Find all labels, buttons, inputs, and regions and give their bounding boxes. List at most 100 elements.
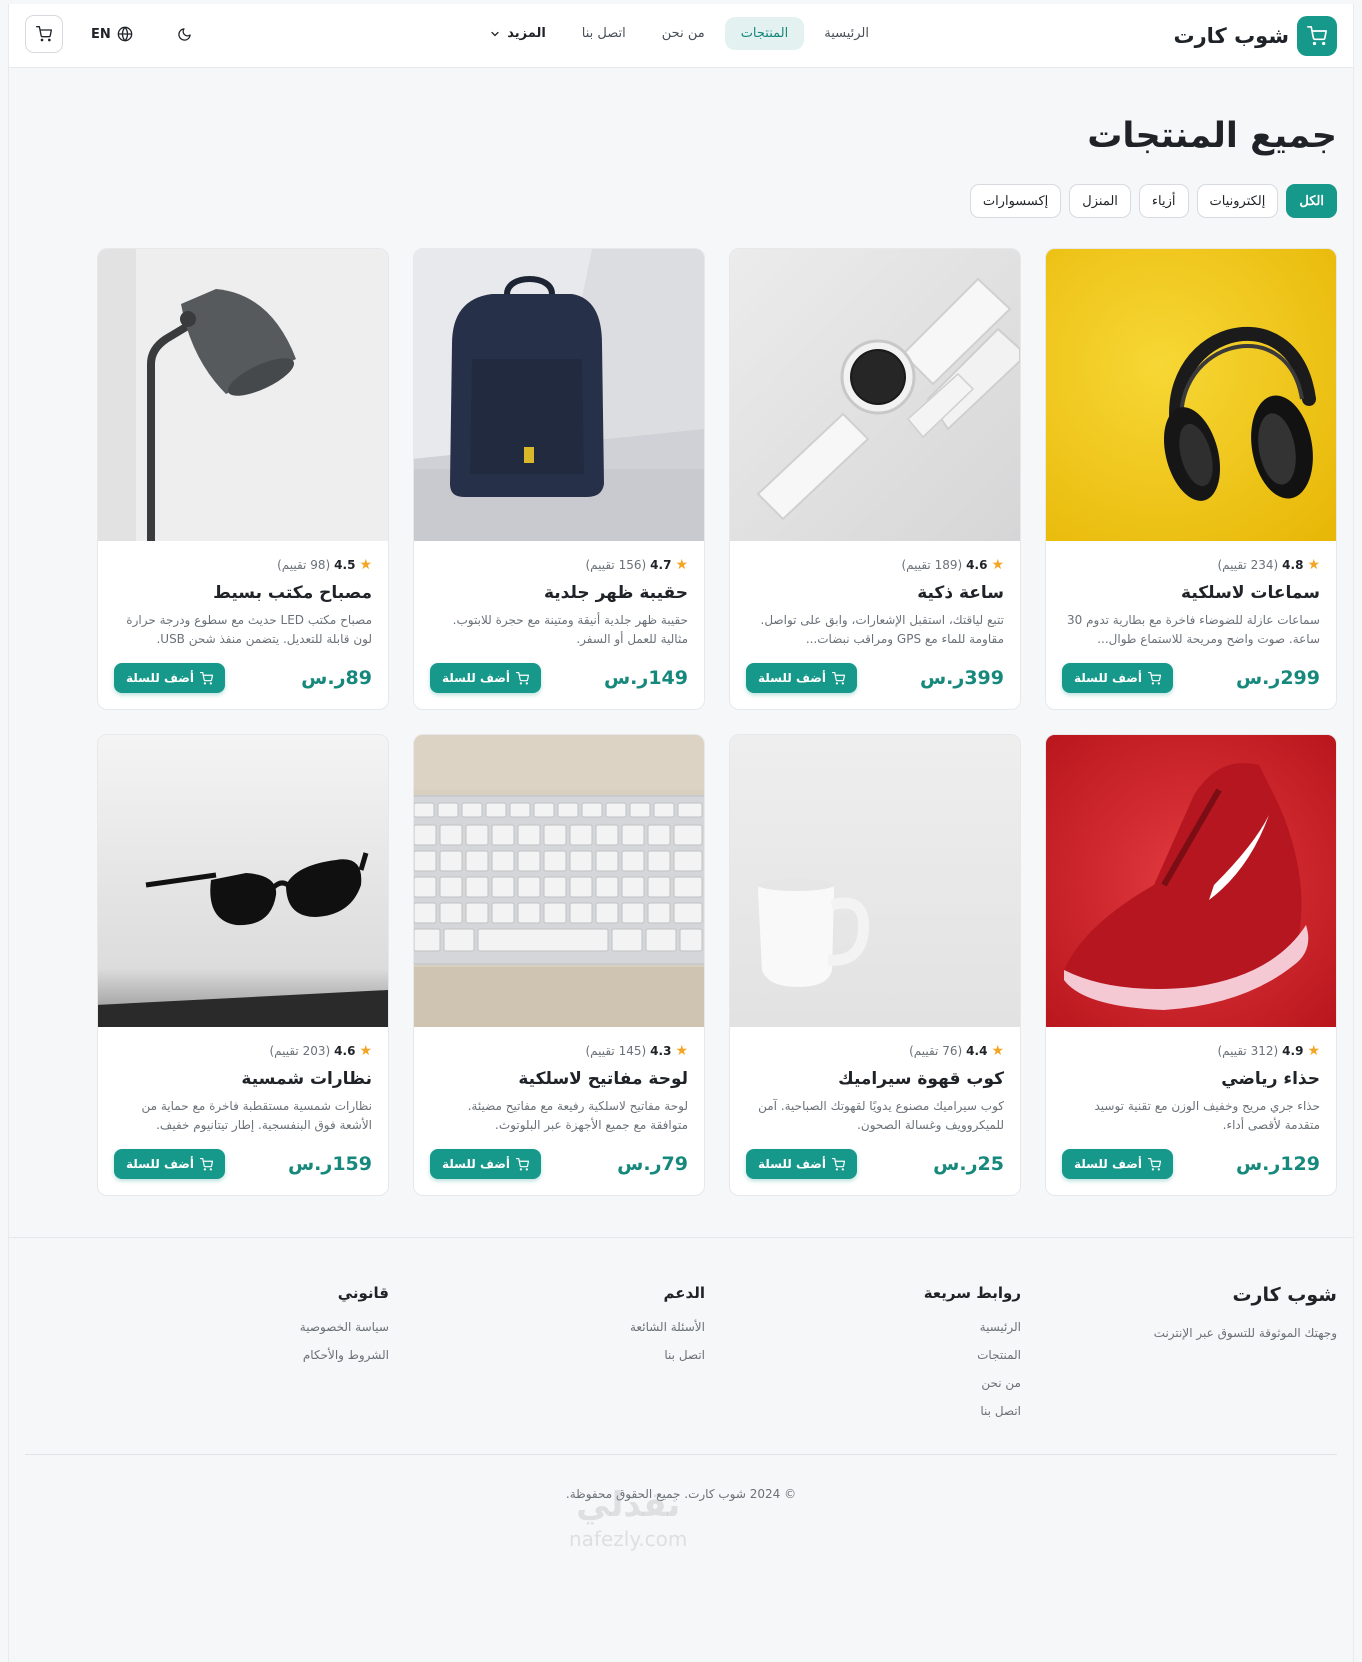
nav-products[interactable]: المنتجات (724, 17, 805, 50)
filter-accessories[interactable]: إكسسوارات (969, 184, 1062, 218)
filter-home[interactable]: المنزل (1069, 184, 1131, 218)
rating-score: 4.6 (966, 558, 988, 572)
product-image-mug[interactable] (730, 735, 1020, 1027)
add-to-cart-button[interactable]: أضف للسلة (746, 1149, 857, 1179)
page: شوب كارت الرئيسية المنتجات من نحن اتصل ب… (8, 4, 1354, 1662)
footer-brand-name: شوب كارت (1232, 1284, 1337, 1306)
language-toggle[interactable]: EN (81, 18, 143, 50)
product-card[interactable]: ★ 4.7 (156 تقييم) حقيبة ظهر جلدية حقيبة … (413, 248, 705, 710)
review-count: (234 تقييم) (1217, 558, 1279, 572)
watermark-url: nafezly.com (569, 1527, 688, 1551)
nav-home[interactable]: الرئيسية (808, 17, 885, 50)
product-rating: ★ 4.9 (312 تقييم) (1062, 1043, 1320, 1059)
nav-contact[interactable]: اتصل بنا (566, 17, 642, 50)
product-description: نظارات شمسية مستقطبة فاخرة مع حماية من ا… (141, 1099, 372, 1132)
footer-quick-links: روابط سريعة الرئيسية المنتجات من نحن اتص… (729, 1284, 1021, 1432)
star-icon: ★ (359, 557, 372, 573)
product-card[interactable]: ★ 4.6 (189 تقييم) ساعة ذكية تتبع لياقتك،… (729, 248, 1021, 710)
page-title: جميع المنتجات (1087, 116, 1337, 156)
product-title[interactable]: ساعة ذكية (746, 583, 1004, 603)
moon-icon (178, 27, 191, 41)
footer-link-faq[interactable]: الأسئلة الشائعة (413, 1320, 705, 1334)
product-description: مصباح مكتب LED حديث مع سطوع ودرجة حرارة … (126, 613, 372, 646)
product-image-sneaker[interactable] (1046, 735, 1336, 1027)
filter-electronics[interactable]: إلكترونيات (1196, 184, 1279, 218)
add-to-cart-button[interactable]: أضف للسلة (430, 663, 541, 693)
globe-icon (117, 26, 133, 42)
product-title[interactable]: سماعات لاسلكية (1062, 583, 1320, 603)
product-title[interactable]: نظارات شمسية (114, 1069, 372, 1089)
theme-toggle[interactable] (167, 19, 202, 50)
footer-link-privacy[interactable]: سياسة الخصوصية (97, 1320, 389, 1334)
filter-all[interactable]: الكل (1286, 184, 1337, 218)
product-image-keyboard[interactable] (414, 735, 704, 1027)
cart-logo-icon (1297, 15, 1337, 56)
product-description: كوب سيراميك مصنوع يدويًا لقهوتك الصباحية… (758, 1099, 1004, 1132)
header-tools: EN (25, 15, 202, 53)
add-to-cart-button[interactable]: أضف للسلة (430, 1149, 541, 1179)
nav-more-label: المزيد (507, 26, 546, 41)
add-to-cart-button[interactable]: أضف للسلة (1062, 663, 1173, 693)
footer-link-about[interactable]: من نحن (729, 1376, 1021, 1390)
product-card[interactable]: ★ 4.3 (145 تقييم) لوحة مفاتيح لاسلكية لو… (413, 734, 705, 1196)
cart-icon (515, 1157, 529, 1171)
site-header: شوب كارت الرئيسية المنتجات من نحن اتصل ب… (9, 4, 1353, 68)
star-icon: ★ (675, 557, 688, 573)
product-title[interactable]: حذاء رياضي (1062, 1069, 1320, 1089)
nav-more[interactable]: المزيد (473, 17, 562, 50)
footer-link-terms[interactable]: الشروط والأحكام (97, 1348, 389, 1362)
product-price: 79ر.س (617, 1153, 688, 1175)
product-image-lamp[interactable] (98, 249, 388, 541)
product-image-backpack[interactable] (414, 249, 704, 541)
product-title[interactable]: مصباح مكتب بسيط (114, 583, 372, 603)
review-count: (189 تقييم) (901, 558, 963, 572)
product-card[interactable]: ★ 4.9 (312 تقييم) حذاء رياضي حذاء جري مر… (1045, 734, 1337, 1196)
cart-icon (1147, 671, 1161, 685)
add-to-cart-label: أضف للسلة (758, 671, 826, 685)
add-to-cart-button[interactable]: أضف للسلة (114, 663, 225, 693)
star-icon: ★ (1307, 1043, 1320, 1059)
rating-score: 4.9 (1282, 1044, 1304, 1058)
add-to-cart-button[interactable]: أضف للسلة (114, 1149, 225, 1179)
cart-button[interactable] (25, 15, 63, 53)
cart-icon (1147, 1157, 1161, 1171)
add-to-cart-label: أضف للسلة (758, 1157, 826, 1171)
footer-support: الدعم الأسئلة الشائعة اتصل بنا (413, 1284, 705, 1432)
product-description: حقيبة ظهر جلدية أنيقة ومتينة مع حجرة للا… (452, 613, 688, 646)
product-image-sunglasses[interactable] (98, 735, 388, 1027)
nav-about[interactable]: من نحن (646, 17, 721, 50)
cart-icon (831, 671, 845, 685)
brand[interactable]: شوب كارت (1173, 15, 1337, 56)
review-count: (312 تقييم) (1217, 1044, 1279, 1058)
filter-fashion[interactable]: أزياء (1138, 184, 1189, 218)
add-to-cart-label: أضف للسلة (1074, 671, 1142, 685)
product-image-smartwatch[interactable] (730, 249, 1020, 541)
product-card[interactable]: ★ 4.8 (234 تقييم) سماعات لاسلكية سماعات … (1045, 248, 1337, 710)
product-description: حذاء جري مريح وخفيف الوزن مع تقنية توسيد… (1094, 1099, 1321, 1132)
product-title[interactable]: لوحة مفاتيح لاسلكية (430, 1069, 688, 1089)
product-card[interactable]: ★ 4.5 (98 تقييم) مصباح مكتب بسيط مصباح م… (97, 248, 389, 710)
star-icon: ★ (991, 1043, 1004, 1059)
main-content: جميع المنتجات الكل إلكترونيات أزياء المن… (9, 116, 1353, 1196)
product-image-headphones[interactable] (1046, 249, 1336, 541)
footer-link-support-contact[interactable]: اتصل بنا (413, 1348, 705, 1362)
product-price: 25ر.س (933, 1153, 1004, 1175)
nav-products-label: المنتجات (740, 26, 789, 41)
footer-link-products[interactable]: المنتجات (729, 1348, 1021, 1362)
footer-tagline: وجهتك الموثوقة للتسوق عبر الإنترنت (1153, 1326, 1337, 1340)
add-to-cart-button[interactable]: أضف للسلة (746, 663, 857, 693)
footer-link-contact[interactable]: اتصل بنا (729, 1404, 1021, 1418)
product-description: تتبع لياقتك، استقبل الإشعارات، وابق على … (760, 613, 1004, 646)
product-card[interactable]: ★ 4.4 (76 تقييم) كوب قهوة سيراميك كوب سي… (729, 734, 1021, 1196)
product-title[interactable]: كوب قهوة سيراميك (746, 1069, 1004, 1089)
add-to-cart-button[interactable]: أضف للسلة (1062, 1149, 1173, 1179)
review-count: (98 تقييم) (277, 558, 331, 572)
product-rating: ★ 4.5 (98 تقييم) (114, 557, 372, 573)
add-to-cart-label: أضف للسلة (442, 1157, 510, 1171)
footer-link-home[interactable]: الرئيسية (729, 1320, 1021, 1334)
review-count: (156 تقييم) (585, 558, 647, 572)
product-price: 159ر.س (287, 1153, 372, 1175)
product-title[interactable]: حقيبة ظهر جلدية (430, 583, 688, 603)
cart-icon (36, 26, 52, 42)
product-card[interactable]: ★ 4.6 (203 تقييم) نظارات شمسية نظارات شم… (97, 734, 389, 1196)
